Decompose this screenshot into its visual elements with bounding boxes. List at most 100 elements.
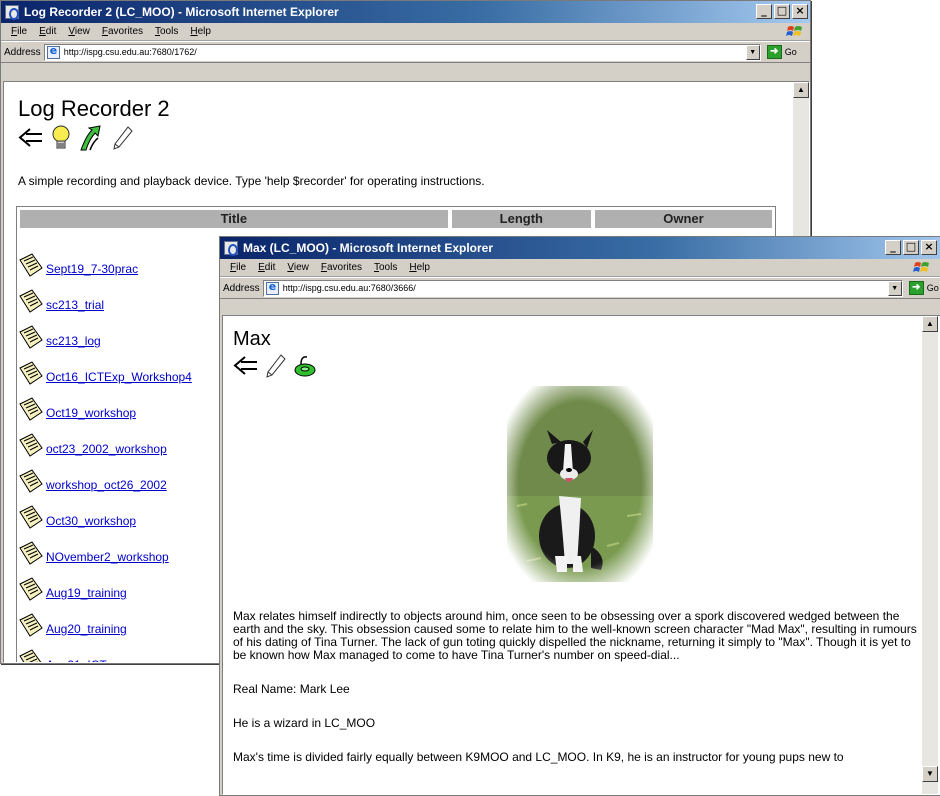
go-button[interactable]: ➜ Go bbox=[908, 281, 939, 295]
go-label: Go bbox=[784, 47, 797, 57]
go-arrow-icon: ➜ bbox=[766, 45, 782, 59]
address-bar: Address http://ispg.csu.edu.au:7680/3666… bbox=[220, 277, 940, 299]
action-icons bbox=[233, 353, 317, 379]
minimize-button[interactable]: _ bbox=[885, 240, 901, 255]
log-link[interactable]: NOvember2_workshop bbox=[46, 550, 169, 564]
maximize-button[interactable]: □ bbox=[903, 240, 919, 255]
menu-help[interactable]: Help bbox=[190, 26, 211, 37]
log-list-item: Oct16_ICTExp_Workshop4 bbox=[16, 350, 192, 386]
page-icon bbox=[265, 280, 279, 295]
menu-edit[interactable]: Edit bbox=[39, 26, 56, 37]
title-bar[interactable]: Max (LC_MOO) - Microsoft Internet Explor… bbox=[220, 237, 940, 259]
menu-help[interactable]: Help bbox=[409, 262, 430, 273]
scroll-down-arrow[interactable]: ▼ bbox=[922, 766, 938, 782]
green-disc-icon[interactable] bbox=[293, 354, 317, 378]
close-button[interactable]: × bbox=[792, 4, 808, 19]
log-link[interactable]: sc213_trial bbox=[46, 298, 104, 312]
max-profile-window: Max (LC_MOO) - Microsoft Internet Explor… bbox=[219, 236, 940, 796]
log-link[interactable]: Oct16_ICTExp_Workshop4 bbox=[46, 370, 192, 384]
log-list-item: NOvember2_workshop bbox=[16, 530, 192, 566]
scroll-document-icon[interactable] bbox=[16, 576, 44, 602]
log-list-item: Sept19_7-30prac bbox=[16, 242, 192, 278]
dog-photo bbox=[507, 386, 653, 582]
address-label: Address bbox=[4, 46, 41, 58]
menu-favorites[interactable]: Favorites bbox=[102, 26, 143, 37]
menu-view[interactable]: View bbox=[68, 26, 90, 37]
log-link[interactable]: Aug20_training bbox=[46, 622, 127, 636]
url-text: http://ispg.csu.edu.au:7680/3666/ bbox=[282, 283, 416, 293]
menu-bar: File Edit View Favorites Tools Help bbox=[1, 23, 810, 41]
column-length[interactable]: Length bbox=[451, 210, 591, 228]
address-dropdown-button[interactable]: ▼ bbox=[887, 280, 902, 296]
page-title: Log Recorder 2 bbox=[18, 96, 170, 121]
window-title: Log Recorder 2 (LC_MOO) - Microsoft Inte… bbox=[24, 5, 339, 19]
address-dropdown-button[interactable]: ▼ bbox=[745, 44, 760, 60]
scroll-document-icon[interactable] bbox=[16, 288, 44, 314]
scroll-document-icon[interactable] bbox=[16, 468, 44, 494]
address-input[interactable]: http://ispg.csu.edu.au:7680/1762/ ▼ bbox=[43, 43, 761, 61]
page-title: Max bbox=[233, 328, 271, 350]
menu-bar: File Edit View Favorites Tools Help bbox=[220, 259, 940, 277]
log-link[interactable]: workshop_oct26_2002 bbox=[46, 478, 167, 492]
action-icons bbox=[18, 124, 485, 152]
scroll-document-icon[interactable] bbox=[16, 324, 44, 350]
role-text: He is a wizard in LC_MOO bbox=[233, 716, 376, 730]
minimize-button[interactable]: _ bbox=[756, 4, 772, 19]
log-list-item: Aug19_training bbox=[16, 566, 192, 602]
scroll-up-arrow[interactable]: ▲ bbox=[793, 82, 809, 98]
column-owner[interactable]: Owner bbox=[594, 210, 772, 228]
close-button[interactable]: × bbox=[921, 240, 937, 255]
column-title[interactable]: Title bbox=[20, 210, 448, 228]
scroll-document-icon[interactable] bbox=[16, 540, 44, 566]
log-link[interactable]: Sept19_7-30prac bbox=[46, 262, 138, 276]
back-arrow-icon[interactable] bbox=[233, 355, 259, 377]
log-link[interactable]: sc213_log bbox=[46, 334, 101, 348]
windows-logo-icon bbox=[786, 26, 802, 36]
menu-tools[interactable]: Tools bbox=[155, 26, 178, 37]
go-label: Go bbox=[926, 283, 939, 293]
menu-favorites[interactable]: Favorites bbox=[321, 262, 362, 273]
scroll-document-icon[interactable] bbox=[16, 360, 44, 386]
move-arrow-icon[interactable] bbox=[78, 124, 106, 152]
scroll-document-icon[interactable] bbox=[16, 396, 44, 422]
scroll-document-icon[interactable] bbox=[16, 612, 44, 638]
maximize-button[interactable]: □ bbox=[774, 4, 790, 19]
log-list-item: Oct19_workshop bbox=[16, 386, 192, 422]
url-text: http://ispg.csu.edu.au:7680/1762/ bbox=[63, 47, 197, 57]
menu-view[interactable]: View bbox=[287, 262, 309, 273]
menu-file[interactable]: File bbox=[11, 26, 27, 37]
vertical-scrollbar[interactable]: ▲ ▼ bbox=[922, 316, 938, 794]
lightbulb-icon[interactable] bbox=[50, 124, 72, 152]
back-arrow-icon[interactable] bbox=[18, 127, 44, 149]
log-list: Sept19_7-30prac sc213_trial sc213_log Oct16… bbox=[16, 242, 192, 663]
scroll-document-icon[interactable] bbox=[16, 648, 44, 663]
time-text: Max's time is divided fairly equally bet… bbox=[233, 750, 844, 764]
log-link[interactable]: oct23_2002_workshop bbox=[46, 442, 167, 456]
page-icon bbox=[46, 44, 60, 59]
log-link[interactable]: Aug19_training bbox=[46, 586, 127, 600]
log-list-item: oct23_2002_workshop bbox=[16, 422, 192, 458]
pencil-edit-icon[interactable] bbox=[265, 353, 287, 379]
go-arrow-icon: ➜ bbox=[908, 281, 924, 295]
scroll-up-arrow[interactable]: ▲ bbox=[922, 316, 938, 332]
address-label: Address bbox=[223, 282, 260, 294]
scroll-document-icon[interactable] bbox=[16, 252, 44, 278]
pencil-edit-icon[interactable] bbox=[112, 125, 134, 151]
menu-tools[interactable]: Tools bbox=[374, 262, 397, 273]
address-bar: Address http://ispg.csu.edu.au:7680/1762… bbox=[1, 41, 810, 63]
log-list-item: Aug20_training bbox=[16, 602, 192, 638]
log-link[interactable]: Oct30_workshop bbox=[46, 514, 136, 528]
window-title: Max (LC_MOO) - Microsoft Internet Explor… bbox=[243, 241, 494, 255]
log-link[interactable]: Aug21_ICT... bbox=[46, 658, 115, 662]
menu-edit[interactable]: Edit bbox=[258, 262, 275, 273]
go-button[interactable]: ➜ Go bbox=[766, 45, 797, 59]
title-bar[interactable]: Log Recorder 2 (LC_MOO) - Microsoft Inte… bbox=[1, 1, 810, 23]
log-list-item: sc213_trial bbox=[16, 278, 192, 314]
address-input[interactable]: http://ispg.csu.edu.au:7680/3666/ ▼ bbox=[262, 279, 903, 297]
scroll-document-icon[interactable] bbox=[16, 432, 44, 458]
page-description: A simple recording and playback device. … bbox=[18, 174, 485, 188]
scroll-document-icon[interactable] bbox=[16, 504, 44, 530]
real-name: Real Name: Mark Lee bbox=[233, 682, 350, 696]
menu-file[interactable]: File bbox=[230, 262, 246, 273]
log-link[interactable]: Oct19_workshop bbox=[46, 406, 136, 420]
